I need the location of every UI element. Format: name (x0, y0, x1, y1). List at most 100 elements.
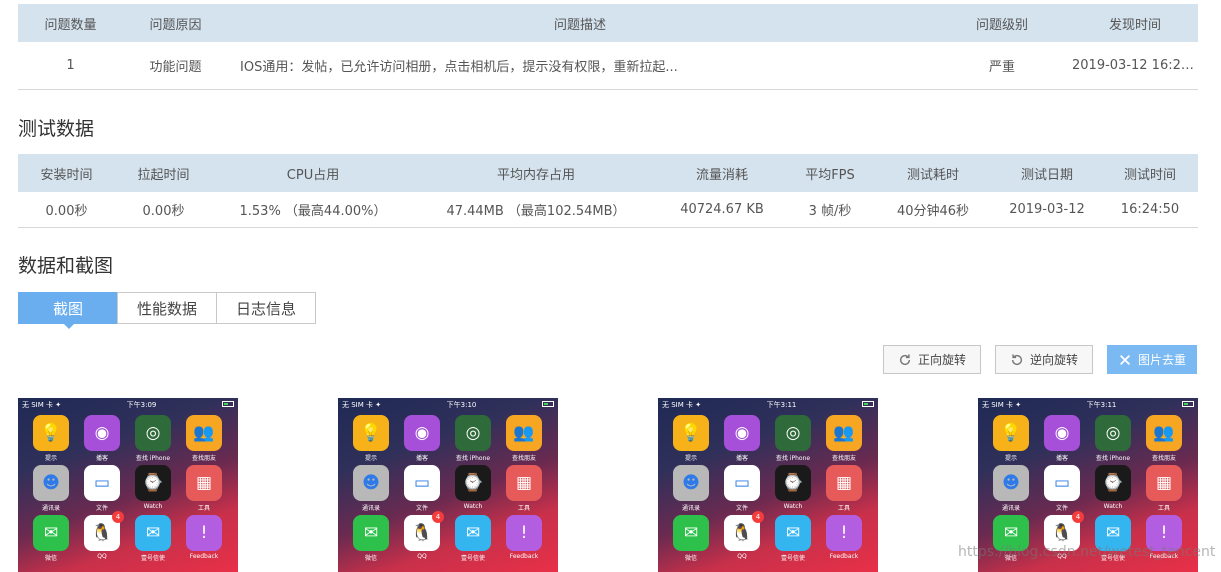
screenshot-thumbnail[interactable]: 无 SIM 卡 ✦ 下午3:09 💡 提示 ◉ 播客 ◎ 查找 iPhone 👥 查找朋友 ☻ 通讯录… (18, 398, 238, 572)
app-label: 工具 (197, 505, 210, 512)
dedupe-label: 图片去重 (1137, 353, 1186, 367)
test-header-cell: 测试耗时 (874, 154, 992, 192)
app-label: QQ (97, 553, 107, 560)
app-tile: ▭ 文件 (404, 465, 440, 512)
app-label: 微信 (684, 555, 697, 562)
app-label: 文件 (95, 505, 108, 512)
notification-badge: 4 (432, 511, 444, 523)
qq-icon: 🐧 4 (84, 511, 124, 551)
watch-icon: ⌚ (775, 465, 811, 501)
app-tile: ⌚ Watch (1095, 465, 1131, 512)
app-label: 壹号信使 (460, 555, 485, 562)
contacts-icon: ☻ (33, 465, 69, 501)
app-label: 播客 (415, 455, 428, 462)
tab-screenshots[interactable]: 截图 (18, 292, 118, 329)
find-friends-icon: 👥 (506, 415, 542, 451)
find-iphone-icon: ◎ (775, 415, 811, 451)
rotate-clockwise-button[interactable]: 正向旋转 (883, 345, 981, 374)
app-tile: ▦ 工具 (1146, 465, 1182, 512)
dedupe-images-button[interactable]: 图片去重 (1107, 345, 1197, 374)
battery-icon (221, 401, 234, 407)
carrier-text: 无 SIM 卡 ✦ (662, 401, 702, 409)
app-label: 通讯录 (361, 505, 380, 512)
app-tile: ▦ 工具 (826, 465, 862, 512)
app-label: 壹号信使 (140, 555, 165, 562)
issue-cell: 2019-03-12 16:29:00 (1072, 42, 1198, 90)
files-icon: ▭ (1044, 465, 1080, 501)
app-tile: 👥 查找朋友 (826, 415, 862, 462)
tab-bar: 截图 性能数据 日志信息 (18, 292, 316, 329)
issue-header-cell: 问题原因 (123, 4, 228, 42)
notification-badge: 4 (752, 511, 764, 523)
app-tile: ▭ 文件 (84, 465, 120, 512)
rotate-counterclockwise-button[interactable]: 逆向旋转 (995, 345, 1093, 374)
tips-icon: 💡 (33, 415, 69, 451)
utilities-icon: ▦ (826, 465, 862, 501)
table-row: 1 功能问题 IOS通用：发帖，已允许访问相册，点击相机后，提示没有权限，重新拉起.… (18, 42, 1198, 90)
podcast-icon: ◉ (1044, 415, 1080, 451)
app-label: 查找 iPhone (1095, 455, 1131, 462)
notification-badge: 4 (112, 511, 124, 523)
tab-performance[interactable]: 性能数据 (117, 292, 217, 324)
app-label: 微信 (364, 555, 377, 562)
qq-icon: 🐧 4 (724, 511, 764, 551)
test-cell: 3 帧/秒 (786, 192, 874, 228)
app-tile: 💡 提示 (33, 415, 69, 462)
feedback-icon: ! (506, 515, 542, 551)
app-tile: 💡 提示 (673, 415, 709, 462)
screenshot-thumbnail[interactable]: 无 SIM 卡 ✦ 下午3:10 💡 提示 ◉ 播客 ◎ 查找 iPhone 👥 查找朋友 ☻ 通讯录… (338, 398, 558, 572)
issue-cell: IOS通用：发帖，已允许访问相册，点击相机后，提示没有权限，重新拉起... (228, 42, 932, 90)
app-label: Watch (143, 503, 163, 510)
clock-text: 下午3:10 (446, 401, 477, 409)
contacts-icon: ☻ (993, 465, 1029, 501)
find-iphone-icon: ◎ (455, 415, 491, 451)
utilities-icon: ▦ (186, 465, 222, 501)
app-label: 文件 (415, 505, 428, 512)
app-label: 通讯录 (41, 505, 60, 512)
test-header-cell: 测试时间 (1102, 154, 1198, 192)
files-icon: ▭ (84, 465, 120, 501)
test-header-cell: 安装时间 (18, 154, 115, 192)
app-tile: ▦ 工具 (186, 465, 222, 512)
app-tile: ✉ 壹号信使 (135, 515, 171, 562)
screenshot-thumbnail[interactable]: 无 SIM 卡 ✦ 下午3:11 💡 提示 ◉ 播客 ◎ 查找 iPhone 👥 查找朋友 ☻ 通讯录… (658, 398, 878, 572)
issue-header-cell: 问题数量 (18, 4, 123, 42)
app-label: 查找 iPhone (775, 455, 811, 462)
podcast-icon: ◉ (84, 415, 120, 451)
clock-text: 下午3:11 (1086, 401, 1117, 409)
app-label: QQ (417, 553, 427, 560)
watermark: https://blog.csdn.net/wetest_tencent (958, 544, 1216, 560)
app-label: Feedback (189, 553, 219, 560)
app-label: 播客 (735, 455, 748, 462)
app-tile: ◎ 查找 iPhone (1095, 415, 1131, 462)
test-header-cell: CPU占用 (212, 154, 414, 192)
app-label: 工具 (517, 505, 530, 512)
files-icon: ▭ (724, 465, 760, 501)
app-label: 播客 (95, 455, 108, 462)
test-cell: 47.44MB （最高102.54MB） (414, 192, 658, 228)
app-label: Feedback (509, 553, 539, 560)
wechat-icon: ✉ (673, 515, 709, 551)
app-grid: 💡 提示 ◉ 播客 ◎ 查找 iPhone 👥 查找朋友 ☻ 通讯录 ▭ 文件 ⌚ Watch ▦ 工具 ✉ 微信… (18, 412, 238, 562)
app-label: 文件 (735, 505, 748, 512)
app-tile: ☻ 通讯录 (353, 465, 389, 512)
app-label: 提示 (1004, 455, 1017, 462)
app-tile: 💡 提示 (353, 415, 389, 462)
test-header-cell: 平均内存占用 (414, 154, 658, 192)
tab-logs[interactable]: 日志信息 (216, 292, 316, 324)
app-tile: ✉ 壹号信使 (455, 515, 491, 562)
app-label: 工具 (1157, 505, 1170, 512)
qq-icon: 🐧 4 (404, 511, 444, 551)
app-label: 提示 (684, 455, 697, 462)
app-label: 查找朋友 (191, 455, 216, 462)
app-tile: ◎ 查找 iPhone (135, 415, 171, 462)
find-iphone-icon: ◎ (1095, 415, 1131, 451)
app-tile: ✉ 微信 (33, 515, 69, 562)
app-label: 提示 (44, 455, 57, 462)
app-tile: ▭ 文件 (1044, 465, 1080, 512)
table-row: 0.00秒 0.00秒 1.53% （最高44.00%） 47.44MB （最高102… (18, 192, 1198, 228)
app-tile: ☻ 通讯录 (33, 465, 69, 512)
test-header-row: 安装时间 拉起时间 CPU占用 平均内存占用 流量消耗 平均FPS 测试耗时 测试日期 测试时间 (18, 154, 1198, 192)
status-bar: 无 SIM 卡 ✦ 下午3:11 (658, 398, 878, 412)
app-label: 微信 (44, 555, 57, 562)
